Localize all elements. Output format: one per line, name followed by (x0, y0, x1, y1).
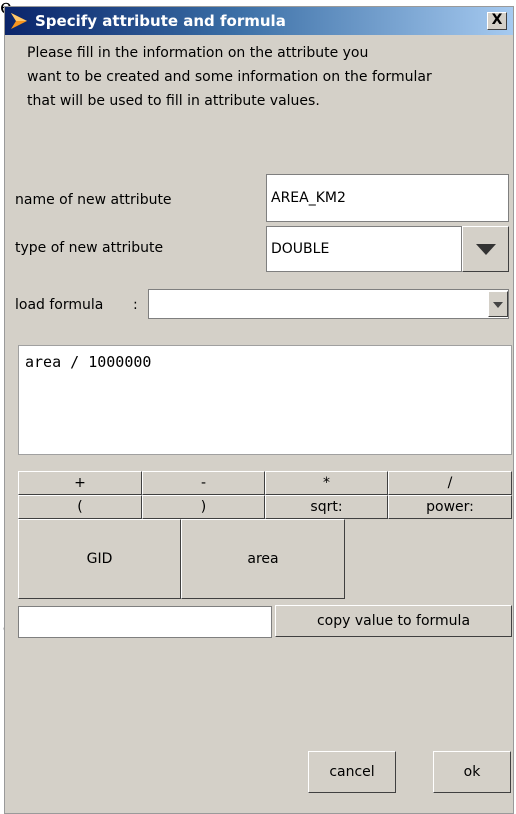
attribute-type-dropdown-button[interactable] (462, 226, 509, 272)
plus-operator-button[interactable]: + (18, 471, 142, 495)
instruction-line: Please fill in the information on the at… (27, 45, 369, 61)
title-bar[interactable]: Specify attribute and formula X (5, 7, 513, 35)
ok-button[interactable]: ok (433, 751, 511, 793)
load-formula-value[interactable] (148, 289, 509, 319)
copy-value-button[interactable]: copy value to formula (275, 605, 512, 637)
formula-editor[interactable]: area / 1000000 (18, 345, 512, 455)
power-button[interactable]: power: (388, 495, 512, 519)
attribute-type-value[interactable]: DOUBLE (266, 226, 462, 272)
dialog-window: Specify attribute and formula X Please f… (4, 6, 514, 814)
close-button[interactable]: X (487, 12, 507, 30)
attribute-gid-button[interactable]: GID (18, 519, 181, 599)
load-formula-dropdown-button[interactable] (488, 291, 508, 317)
app-arrow-icon (11, 13, 27, 29)
attribute-name-label: name of new attribute (15, 192, 172, 208)
load-formula-separator: : (133, 297, 138, 313)
open-paren-button[interactable]: ( (18, 495, 142, 519)
instruction-line: that will be used to fill in attribute v… (27, 93, 320, 109)
chevron-down-icon (493, 302, 503, 308)
multiply-operator-button[interactable]: * (265, 471, 388, 495)
cancel-button[interactable]: cancel (308, 751, 396, 793)
close-paren-button[interactable]: ) (142, 495, 265, 519)
chevron-down-icon (476, 244, 496, 255)
attribute-name-input[interactable]: AREA_KM2 (266, 174, 509, 222)
value-input[interactable] (18, 606, 272, 638)
instruction-line: want to be created and some information … (27, 69, 432, 85)
attribute-area-button[interactable]: area (181, 519, 345, 599)
sqrt-button[interactable]: sqrt: (265, 495, 388, 519)
attribute-type-label: type of new attribute (15, 240, 164, 256)
window-title: Specify attribute and formula (35, 12, 286, 30)
minus-operator-button[interactable]: - (142, 471, 265, 495)
load-formula-label: load formula (15, 297, 104, 313)
divide-operator-button[interactable]: / (388, 471, 512, 495)
